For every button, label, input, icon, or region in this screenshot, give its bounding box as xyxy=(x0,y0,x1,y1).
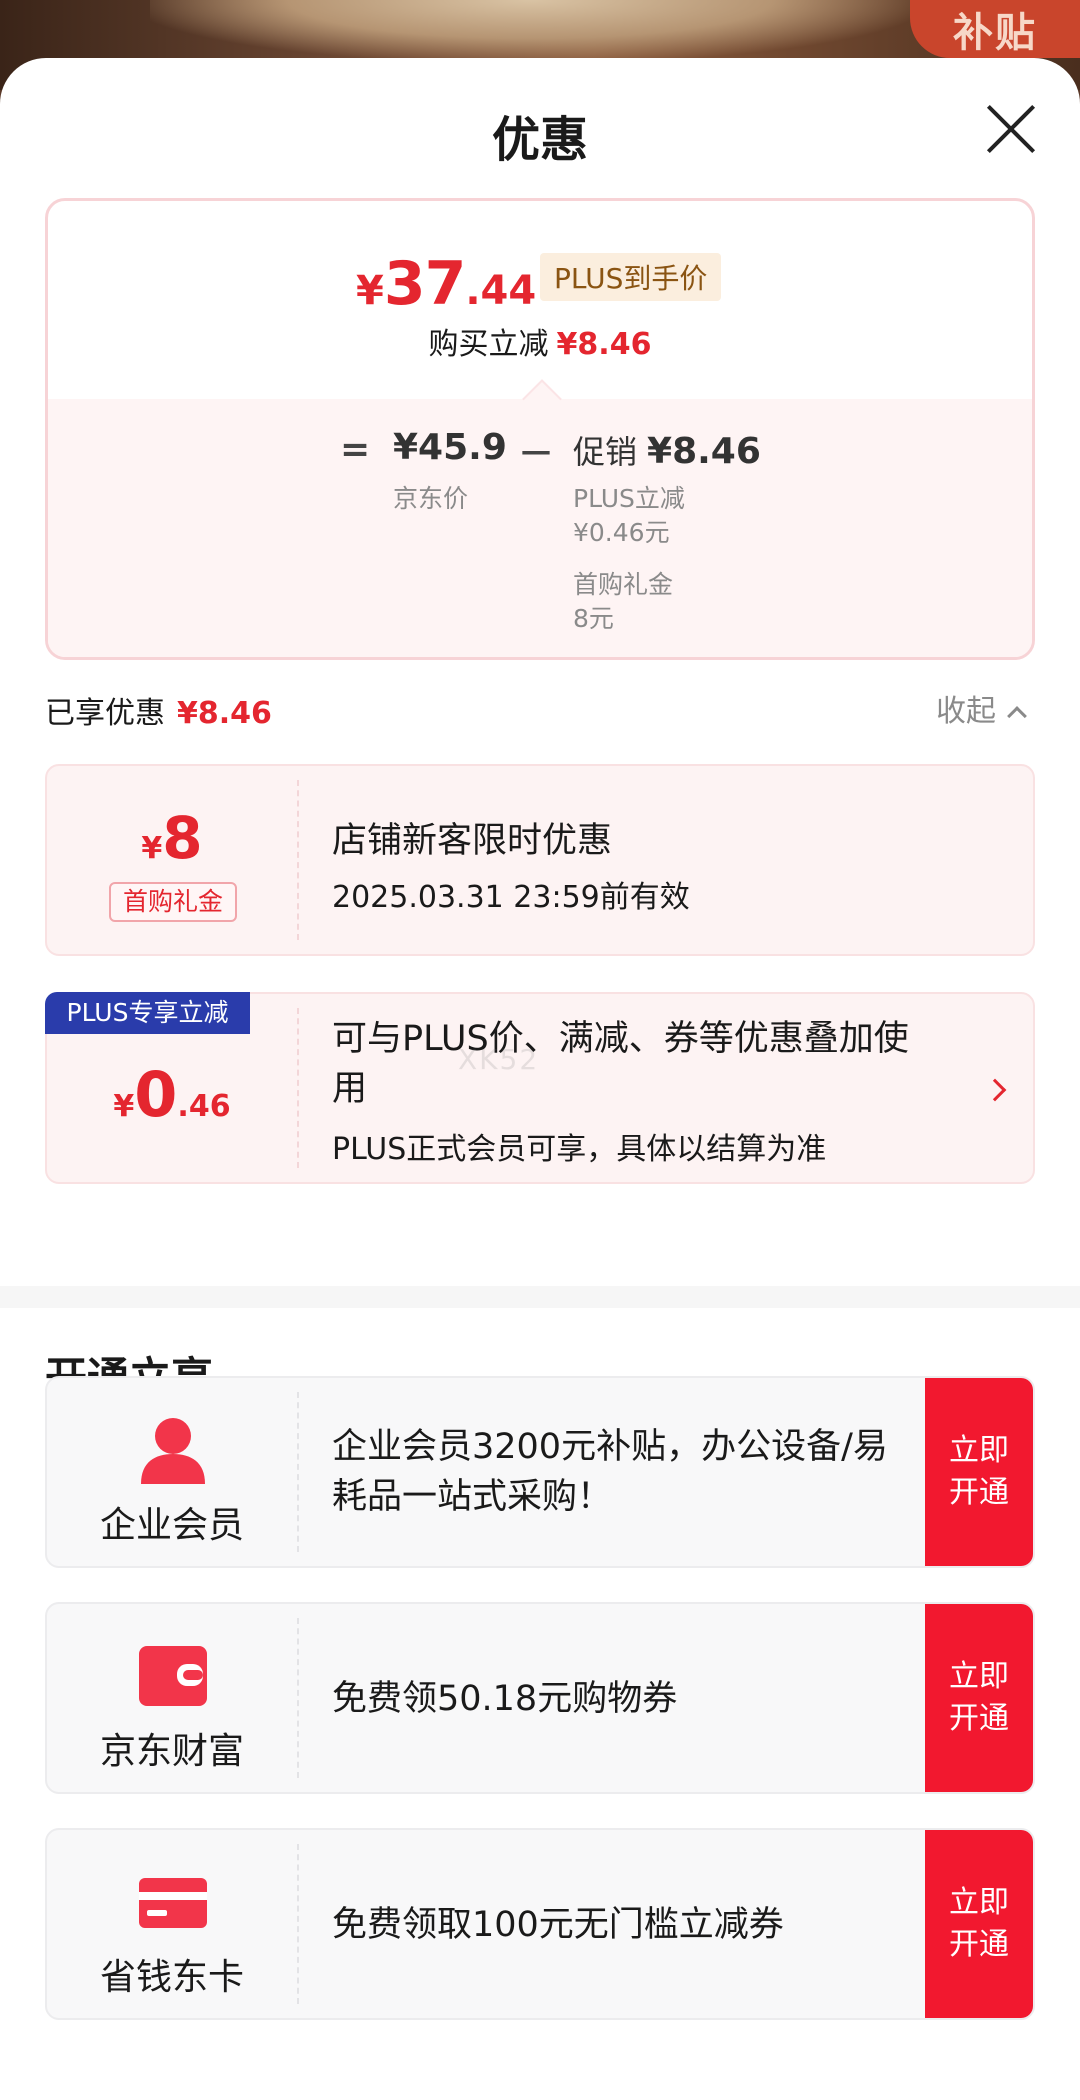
open-now-button[interactable]: 立即 开通 xyxy=(925,1830,1033,2018)
plus-reduce-amount: ¥0.46元 xyxy=(573,518,670,547)
membership-desc: 免费领50.18元购物券 xyxy=(332,1679,678,1719)
open-now-line1: 立即 xyxy=(949,1433,1009,1468)
wallet-icon xyxy=(139,1646,207,1706)
coupon-currency: ¥ xyxy=(141,831,163,866)
price-breakdown: = ¥45.9 京东价 － 促销 ¥8.46 PLUS立减 ¥0.46元 首购礼金… xyxy=(48,379,1032,657)
coupon-validity: 2025.03.31 23:59前有效 xyxy=(332,880,690,915)
promo-label: 促销 xyxy=(573,433,638,471)
card-icon xyxy=(139,1878,207,1928)
chevron-up-icon xyxy=(1007,706,1027,726)
enjoyed-amount: ¥8.46 xyxy=(177,696,272,731)
membership-desc: 免费领取100元无门槛立减券 xyxy=(332,1905,784,1945)
open-now-line2: 开通 xyxy=(949,1475,1009,1510)
coupon-value: ¥0.46 xyxy=(47,994,297,1182)
final-price-currency: ¥ xyxy=(356,268,384,314)
coupon-plus-reduce[interactable]: PLUS专享立减 ¥0.46 可与PLUS价、满减、券等优惠叠加使用 PLUS正… xyxy=(45,992,1035,1184)
product-photo xyxy=(150,0,910,60)
plus-price-tag: PLUS到手价 xyxy=(540,253,722,301)
gift-amount: 8元 xyxy=(573,604,614,633)
open-now-button[interactable]: 立即 开通 xyxy=(925,1378,1033,1566)
membership-saving-card: 省钱东卡 免费领取100元无门槛立减券 立即 开通 xyxy=(45,1828,1035,2020)
final-price-decimal: .44 xyxy=(465,268,537,314)
open-now-button[interactable]: 立即 开通 xyxy=(925,1604,1033,1792)
coupon-value: ¥8 首购礼金 xyxy=(47,766,297,954)
watermark: XK52 xyxy=(458,1043,540,1076)
membership-divider xyxy=(297,1618,299,1778)
final-price-integer: 37 xyxy=(383,249,466,319)
sheet-title: 优惠 xyxy=(491,112,588,168)
open-now-line2: 开通 xyxy=(949,1927,1009,1962)
coupon-divider xyxy=(297,780,299,940)
membership-name: 京东财富 xyxy=(99,1731,244,1772)
coupon-amount-integer: 0 xyxy=(134,1058,178,1131)
coupon-amount-decimal: .46 xyxy=(177,1089,231,1124)
coupon-amount: ¥8 xyxy=(47,804,297,872)
open-now-line2: 开通 xyxy=(949,1701,1009,1736)
enjoyed-label: 已享优惠 xyxy=(45,696,165,731)
membership-divider xyxy=(297,1392,299,1552)
price-summary-card: ¥37.44 PLUS到手价 购买立减 ¥8.46 = ¥45.9 京东价 － 促… xyxy=(45,198,1035,660)
instant-reduce-label: 购买立减 xyxy=(428,327,549,362)
equals-sign: = xyxy=(340,429,371,470)
jd-price: ¥45.9 xyxy=(393,427,507,468)
instant-reduce-line: 购买立减 ¥8.46 xyxy=(48,319,1032,363)
final-price: ¥37.44 xyxy=(356,249,536,319)
coupon-amount: ¥0.46 xyxy=(47,1058,297,1131)
membership-enterprise: 企业会员 企业会员3200元补贴，办公设备/易耗品一站式采购！ 立即 开通 xyxy=(45,1376,1035,1568)
membership-divider xyxy=(297,1844,299,2004)
close-icon[interactable] xyxy=(985,103,1037,155)
promo-amount: ¥8.46 xyxy=(647,431,761,472)
collapse-toggle[interactable]: 收起 xyxy=(936,686,1027,730)
plus-reduce-label: PLUS立减 xyxy=(573,484,685,513)
coupon-condition: PLUS正式会员可享，具体以结算为准 xyxy=(332,1132,827,1167)
person-icon xyxy=(141,1418,205,1484)
price-summary-top: ¥37.44 PLUS到手价 购买立减 ¥8.46 xyxy=(48,201,1032,401)
collapse-label: 收起 xyxy=(936,694,996,729)
coupon-divider xyxy=(297,1008,299,1168)
coupon-title: 店铺新客限时优惠 xyxy=(332,821,613,861)
membership-desc: 企业会员3200元补贴，办公设备/易耗品一站式采购！ xyxy=(332,1427,888,1517)
coupon-title: 可与PLUS价、满减、券等优惠叠加使用 xyxy=(332,1019,909,1109)
coupon-amount-number: 8 xyxy=(162,804,203,872)
open-now-line1: 立即 xyxy=(949,1885,1009,1920)
membership-name: 企业会员 xyxy=(99,1505,244,1546)
instant-reduce-amount: ¥8.46 xyxy=(556,327,652,362)
coupon-first-purchase: ¥8 首购礼金 店铺新客限时优惠 2025.03.31 23:59前有效 xyxy=(45,764,1035,956)
section-separator xyxy=(0,1286,1080,1308)
discount-sheet: 优惠 ¥37.44 PLUS到手价 购买立减 ¥8.46 = ¥45.9 京东价 … xyxy=(0,58,1080,2100)
promo-total: 促销 ¥8.46 xyxy=(573,427,761,473)
minus-sign: － xyxy=(518,434,555,475)
membership-name: 省钱东卡 xyxy=(99,1957,244,1998)
enjoyed-discount: 已享优惠 ¥8.46 xyxy=(45,688,272,732)
chevron-right-icon[interactable] xyxy=(983,1078,1007,1102)
first-purchase-tag: 首购礼金 xyxy=(109,882,237,922)
subsidy-badge: 补贴 xyxy=(910,0,1080,58)
jd-price-label: 京东价 xyxy=(393,484,469,513)
membership-jd-wealth: 京东财富 免费领50.18元购物券 立即 开通 xyxy=(45,1602,1035,1794)
gift-label: 首购礼金 xyxy=(573,570,674,599)
coupon-currency: ¥ xyxy=(113,1089,135,1124)
open-now-line1: 立即 xyxy=(949,1659,1009,1694)
